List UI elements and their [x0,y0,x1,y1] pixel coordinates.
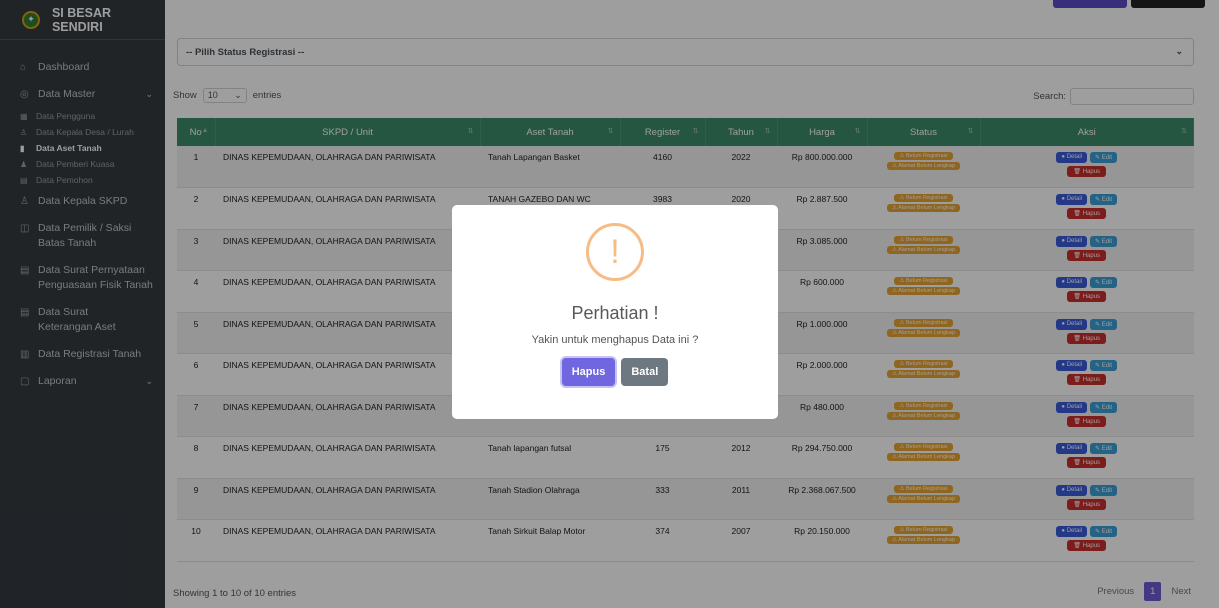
confirm-hapus-button[interactable]: Hapus [561,358,616,386]
cancel-batal-button[interactable]: Batal [621,358,669,386]
warning-icon: ! [586,223,644,281]
dialog-actions: Hapus Batal [452,358,778,386]
confirm-delete-dialog: ! Perhatian ! Yakin untuk menghapus Data… [452,205,778,419]
dialog-title: Perhatian ! [571,303,659,323]
dialog-message: Yakin untuk menghapus Data ini ? [531,334,699,346]
